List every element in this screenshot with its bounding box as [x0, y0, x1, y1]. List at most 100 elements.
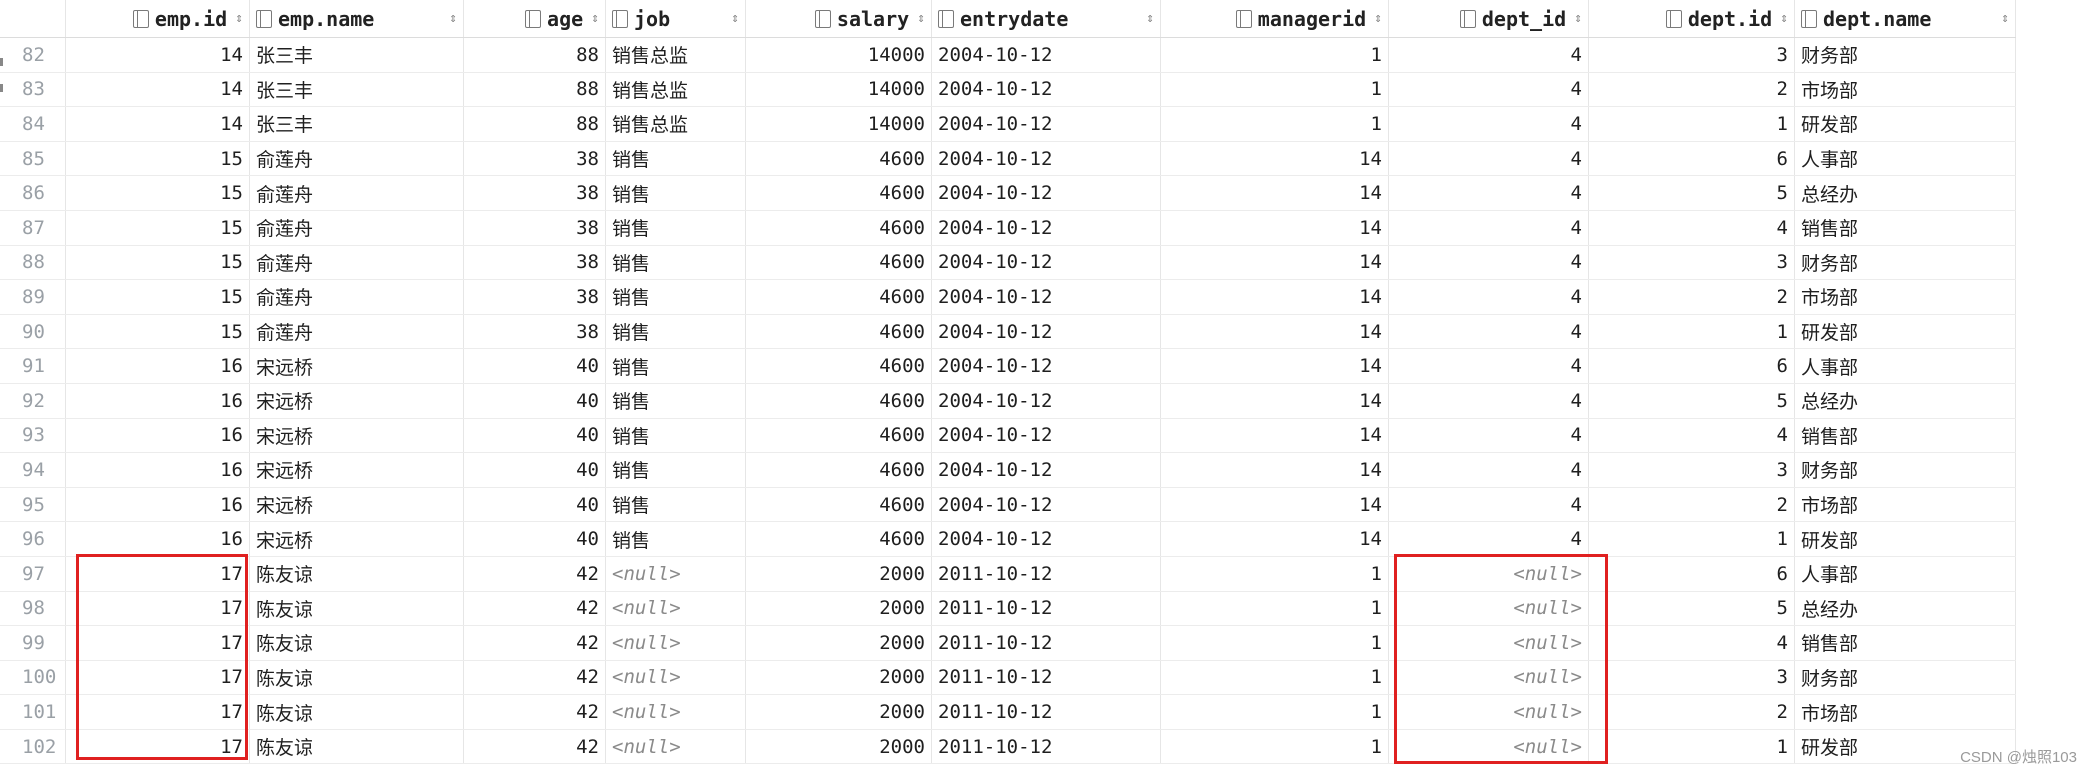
cell-age[interactable]: 40	[464, 453, 606, 487]
table-row[interactable]: 88 15 俞莲舟 38 销售 4600 2004-10-12 14 4 3 财务部	[0, 245, 2016, 281]
cell-dept-id[interactable]: 4	[1389, 38, 1589, 72]
cell-job[interactable]: 销售	[606, 418, 746, 453]
cell-emp-id[interactable]: 16	[66, 349, 250, 383]
cell-dept-name[interactable]: 市场部	[1795, 72, 2016, 107]
cell-emp-name[interactable]: 宋远桥	[250, 522, 464, 556]
table-row[interactable]: 91 16 宋远桥 40 销售 4600 2004-10-12 14 4 6 人事部	[0, 349, 2016, 384]
cell-emp-name[interactable]: 俞莲舟	[250, 280, 464, 314]
cell-managerid[interactable]: 14	[1161, 314, 1389, 349]
table-row[interactable]: 83 14 张三丰 88 销售总监 14000 2004-10-12 1 4 2 市场部	[0, 72, 2016, 108]
cell-dept-id2[interactable]: 5	[1589, 383, 1795, 418]
cell-emp-id[interactable]: 14	[66, 107, 250, 141]
cell-emp-name[interactable]: 陈友谅	[250, 729, 464, 764]
cell-job[interactable]: 销售	[606, 383, 746, 418]
sort-icon[interactable]: ⇕	[1374, 11, 1382, 26]
table-row[interactable]: 86 15 俞莲舟 38 销售 4600 2004-10-12 14 4 5 总经办	[0, 176, 2016, 211]
cell-dept-name[interactable]: 销售部	[1795, 418, 2016, 453]
cell-emp-id[interactable]: 16	[66, 487, 250, 522]
table-row[interactable]: 95 16 宋远桥 40 销售 4600 2004-10-12 14 4 2 市场部	[0, 487, 2016, 523]
cell-age[interactable]: 40	[464, 522, 606, 556]
cell-dept-id2[interactable]: 3	[1589, 245, 1795, 280]
cell-managerid[interactable]: 1	[1161, 626, 1389, 660]
cell-managerid[interactable]: 1	[1161, 556, 1389, 591]
cell-dept-id2[interactable]: 2	[1589, 72, 1795, 107]
cell-dept-id2[interactable]: 5	[1589, 591, 1795, 626]
cell-emp-id[interactable]: 15	[66, 280, 250, 314]
cell-salary[interactable]: 4600	[746, 522, 932, 556]
cell-salary[interactable]: 14000	[746, 107, 932, 141]
cell-job[interactable]: 销售	[606, 245, 746, 280]
cell-emp-id[interactable]: 15	[66, 210, 250, 245]
sort-icon[interactable]: ⇕	[1146, 11, 1154, 26]
sort-icon[interactable]: ⇕	[449, 11, 457, 26]
column-header-salary[interactable]: salary ⇕	[746, 0, 932, 37]
cell-age[interactable]: 88	[464, 38, 606, 72]
cell-age[interactable]: 42	[464, 626, 606, 660]
cell-managerid[interactable]: 14	[1161, 176, 1389, 210]
cell-dept-name[interactable]: 总经办	[1795, 176, 2016, 210]
cell-salary[interactable]: 4600	[746, 453, 932, 487]
cell-salary[interactable]: 4600	[746, 314, 932, 349]
cell-salary[interactable]: 2000	[746, 729, 932, 764]
cell-age[interactable]: 38	[464, 176, 606, 210]
column-header-dept-id[interactable]: dept_id ⇕	[1389, 0, 1589, 37]
table-row[interactable]: 96 16 宋远桥 40 销售 4600 2004-10-12 14 4 1 研发部	[0, 522, 2016, 557]
cell-emp-name[interactable]: 陈友谅	[250, 626, 464, 660]
cell-managerid[interactable]: 1	[1161, 107, 1389, 141]
cell-emp-id[interactable]: 14	[66, 72, 250, 107]
cell-age[interactable]: 38	[464, 210, 606, 245]
table-row[interactable]: 92 16 宋远桥 40 销售 4600 2004-10-12 14 4 5 总经办	[0, 383, 2016, 419]
cell-dept-id[interactable]: 4	[1389, 210, 1589, 245]
cell-job[interactable]: <null>	[606, 591, 746, 626]
cell-emp-id[interactable]: 16	[66, 453, 250, 487]
column-header-dept-id2[interactable]: dept.id ⇕	[1589, 0, 1795, 37]
cell-entrydate[interactable]: 2004-10-12	[932, 349, 1161, 383]
cell-emp-name[interactable]: 俞莲舟	[250, 210, 464, 245]
cell-dept-id2[interactable]: 4	[1589, 210, 1795, 245]
cell-job[interactable]: <null>	[606, 695, 746, 729]
sort-icon[interactable]: ⇕	[1780, 11, 1788, 26]
cell-dept-id2[interactable]: 2	[1589, 280, 1795, 314]
cell-emp-id[interactable]: 15	[66, 141, 250, 176]
cell-age[interactable]: 38	[464, 141, 606, 176]
cell-dept-id2[interactable]: 1	[1589, 314, 1795, 349]
sort-icon[interactable]: ⇕	[917, 11, 925, 26]
cell-entrydate[interactable]: 2004-10-12	[932, 38, 1161, 72]
cell-entrydate[interactable]: 2011-10-12	[932, 695, 1161, 729]
cell-entrydate[interactable]: 2004-10-12	[932, 522, 1161, 556]
cell-entrydate[interactable]: 2004-10-12	[932, 141, 1161, 176]
cell-dept-name[interactable]: 市场部	[1795, 280, 2016, 314]
cell-dept-id2[interactable]: 6	[1589, 141, 1795, 176]
cell-salary[interactable]: 4600	[746, 210, 932, 245]
cell-entrydate[interactable]: 2004-10-12	[932, 245, 1161, 280]
sort-icon[interactable]: ⇕	[1574, 11, 1582, 26]
cell-dept-name[interactable]: 销售部	[1795, 210, 2016, 245]
table-row[interactable]: 102 17 陈友谅 42 <null> 2000 2011-10-12 1 <null> 1 研发…	[0, 729, 2016, 765]
cell-salary[interactable]: 2000	[746, 591, 932, 626]
cell-dept-name[interactable]: 市场部	[1795, 695, 2016, 729]
table-row[interactable]: 93 16 宋远桥 40 销售 4600 2004-10-12 14 4 4 销售部	[0, 418, 2016, 454]
sort-icon[interactable]: ⇕	[731, 11, 739, 26]
cell-age[interactable]: 38	[464, 280, 606, 314]
cell-entrydate[interactable]: 2004-10-12	[932, 418, 1161, 453]
cell-entrydate[interactable]: 2004-10-12	[932, 176, 1161, 210]
cell-emp-name[interactable]: 宋远桥	[250, 453, 464, 487]
cell-managerid[interactable]: 14	[1161, 453, 1389, 487]
cell-emp-id[interactable]: 15	[66, 314, 250, 349]
cell-dept-name[interactable]: 人事部	[1795, 556, 2016, 591]
cell-dept-name[interactable]: 财务部	[1795, 38, 2016, 72]
cell-dept-id[interactable]: 4	[1389, 383, 1589, 418]
cell-job[interactable]: 销售	[606, 314, 746, 349]
cell-age[interactable]: 40	[464, 418, 606, 453]
cell-age[interactable]: 40	[464, 487, 606, 522]
cell-job[interactable]: <null>	[606, 729, 746, 764]
cell-age[interactable]: 40	[464, 349, 606, 383]
cell-dept-id[interactable]: 4	[1389, 349, 1589, 383]
cell-job[interactable]: 销售	[606, 453, 746, 487]
cell-job[interactable]: 销售	[606, 210, 746, 245]
cell-emp-name[interactable]: 俞莲舟	[250, 245, 464, 280]
cell-managerid[interactable]: 14	[1161, 280, 1389, 314]
column-header-dept-name[interactable]: dept.name ⇕	[1795, 0, 2016, 37]
cell-dept-name[interactable]: 总经办	[1795, 383, 2016, 418]
cell-entrydate[interactable]: 2004-10-12	[932, 487, 1161, 522]
